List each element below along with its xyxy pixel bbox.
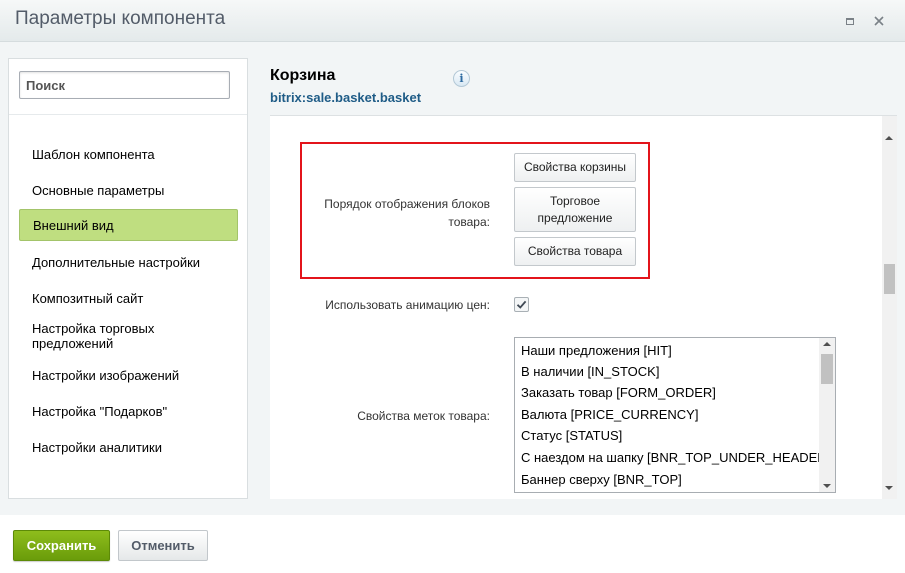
window-titlebar: Параметры компонента (0, 0, 905, 42)
price-animation-checkbox[interactable] (514, 297, 529, 312)
list-option[interactable]: Статус [STATUS] (521, 428, 819, 444)
list-option[interactable]: Заказать товар [FORM_ORDER] (521, 385, 819, 401)
component-title: Корзина (270, 67, 336, 84)
component-id: bitrix:sale.basket.basket (270, 90, 422, 105)
scroll-up-icon[interactable] (885, 136, 893, 140)
close-icon[interactable] (872, 14, 886, 28)
price-animation-label: Использовать анимацию цен: (325, 298, 490, 312)
window-title: Параметры компонента (15, 8, 226, 29)
order-button-product-props[interactable]: Свойства товара (514, 237, 636, 266)
check-icon (516, 300, 527, 309)
scroll-up-icon[interactable] (823, 342, 831, 346)
dialog-footer: Сохранить Отменить (0, 515, 905, 573)
listbox-scrollbar[interactable] (819, 338, 835, 492)
list-option[interactable]: Баннер сверху [BNR_TOP] (521, 472, 819, 488)
list-option[interactable]: Наши предложения [HIT] (521, 343, 819, 359)
main-scrollbar[interactable] (882, 116, 897, 499)
order-button-offer[interactable]: Торговое предложение (514, 187, 636, 232)
sidebar-item-template[interactable]: Шаблон компонента (19, 143, 238, 165)
sidebar-item-gifts[interactable]: Настройка "Подарков" (19, 400, 238, 422)
main-panel: Корзина i bitrix:sale.basket.basket Поря… (270, 42, 905, 515)
sidebar-item-images[interactable]: Настройки изображений (19, 364, 238, 386)
sidebar: Шаблон компонента Основные параметры Вне… (8, 58, 248, 499)
save-button[interactable]: Сохранить (13, 530, 110, 561)
search-input[interactable] (19, 71, 230, 99)
list-option[interactable]: Валюта [PRICE_CURRENCY] (521, 407, 819, 423)
sidebar-item-composite[interactable]: Композитный сайт (19, 287, 238, 309)
scroll-thumb[interactable] (884, 264, 895, 294)
scroll-down-icon[interactable] (885, 486, 893, 490)
sidebar-item-analytics[interactable]: Настройки аналитики (19, 436, 238, 458)
scroll-down-icon[interactable] (823, 484, 831, 488)
cancel-button[interactable]: Отменить (118, 530, 208, 561)
info-icon[interactable]: i (453, 70, 470, 87)
maximize-icon[interactable] (843, 14, 857, 28)
search-area (9, 59, 247, 115)
list-option[interactable]: В наличии [IN_STOCK] (521, 364, 819, 380)
sidebar-item-appearance[interactable]: Внешний вид (19, 209, 238, 241)
list-option[interactable]: С наездом на шапку [BNR_TOP_UNDER_HEADER… (521, 450, 819, 466)
sidebar-item-main-params[interactable]: Основные параметры (19, 179, 238, 201)
listbox-options: Наши предложения [HIT] В наличии [IN_STO… (515, 338, 819, 492)
label-props-label: Свойства меток товара: (357, 409, 490, 423)
block-order-label: Порядок отображения блоков товара: (324, 197, 490, 229)
order-button-basket-props[interactable]: Свойства корзины (514, 153, 636, 182)
sidebar-item-extra-settings[interactable]: Дополнительные настройки (19, 251, 238, 273)
scroll-thumb[interactable] (821, 354, 833, 384)
label-props-listbox[interactable]: Наши предложения [HIT] В наличии [IN_STO… (514, 337, 836, 493)
dialog-content: Шаблон компонента Основные параметры Вне… (0, 42, 905, 515)
settings-area: Порядок отображения блоков товара: Свойс… (270, 115, 897, 499)
sidebar-item-offers[interactable]: Настройка торговых предложений (19, 319, 238, 353)
